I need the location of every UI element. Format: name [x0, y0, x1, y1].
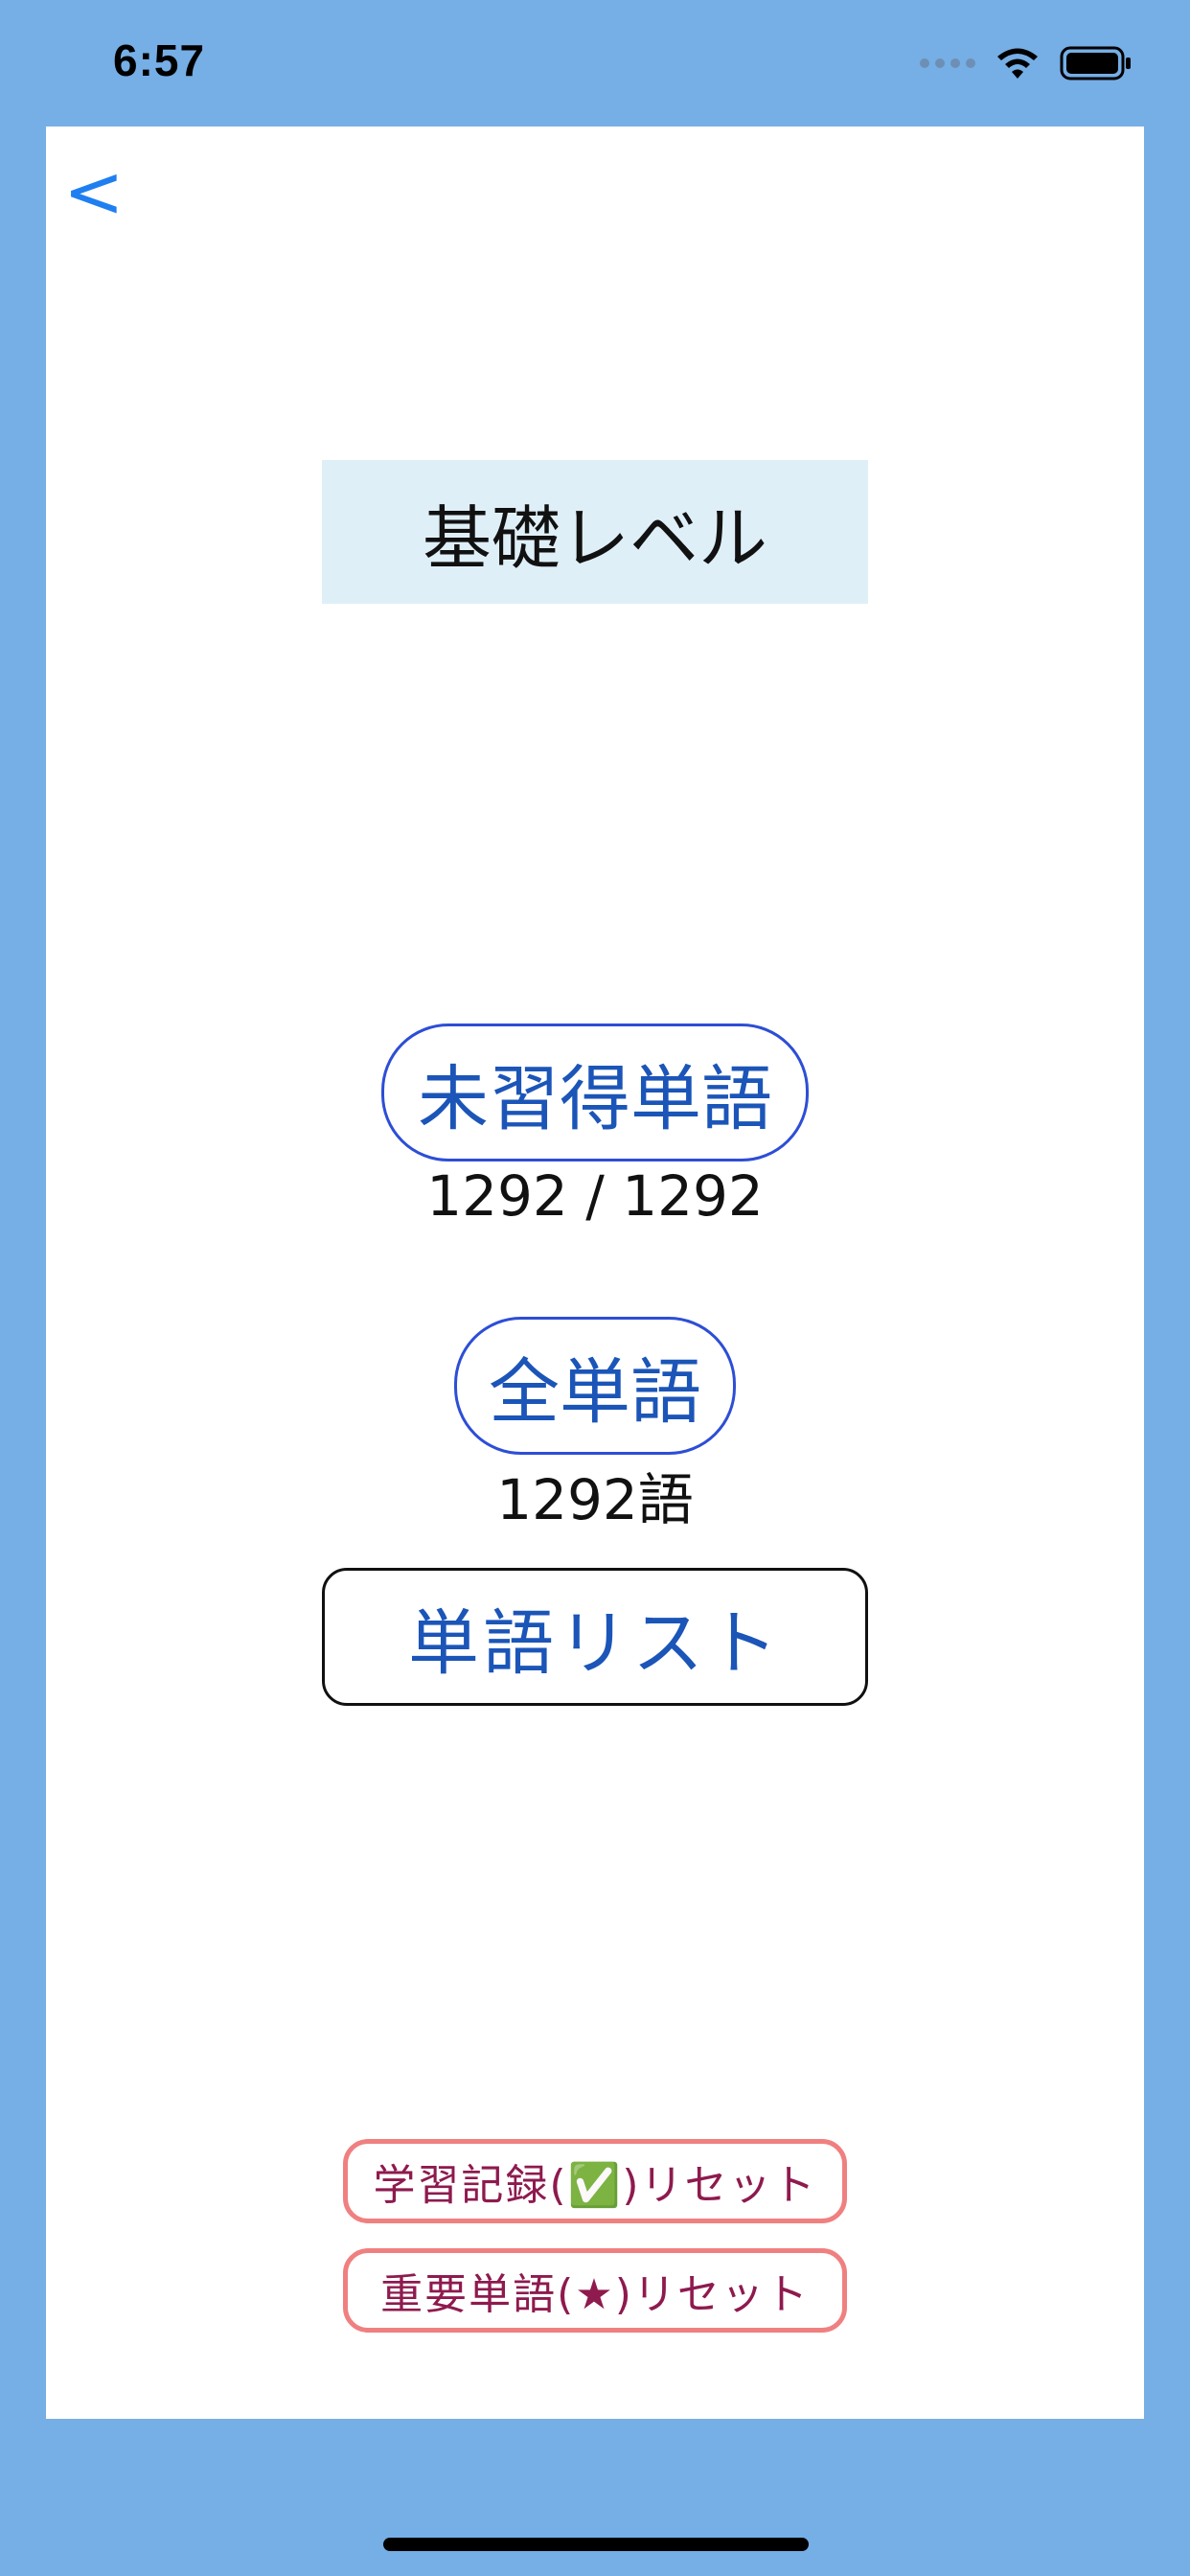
word-list-button[interactable]: 単語リスト: [322, 1568, 868, 1706]
all-words-button[interactable]: 全単語: [454, 1317, 736, 1455]
content-panel: < 基礎レベル 未習得単語 1292 / 1292 全単語 1292語 単語リス…: [46, 126, 1144, 2419]
status-icons: [920, 42, 1133, 84]
unlearned-words-button[interactable]: 未習得単語: [381, 1024, 809, 1162]
signal-icon: [920, 58, 975, 68]
status-time: 6:57: [113, 35, 206, 85]
home-indicator: [383, 2538, 809, 2551]
page-title: 基礎レベル: [322, 460, 868, 604]
reset-important-button[interactable]: 重要単語(★)リセット: [343, 2248, 847, 2333]
battery-icon: [1060, 46, 1131, 80]
back-button[interactable]: <: [63, 155, 125, 228]
reset-history-button[interactable]: 学習記録(✅)リセット: [343, 2139, 847, 2223]
wifi-icon: [997, 48, 1038, 79]
unlearned-count: 1292 / 1292: [426, 1163, 764, 1229]
all-words-count: 1292語: [496, 1467, 694, 1532]
